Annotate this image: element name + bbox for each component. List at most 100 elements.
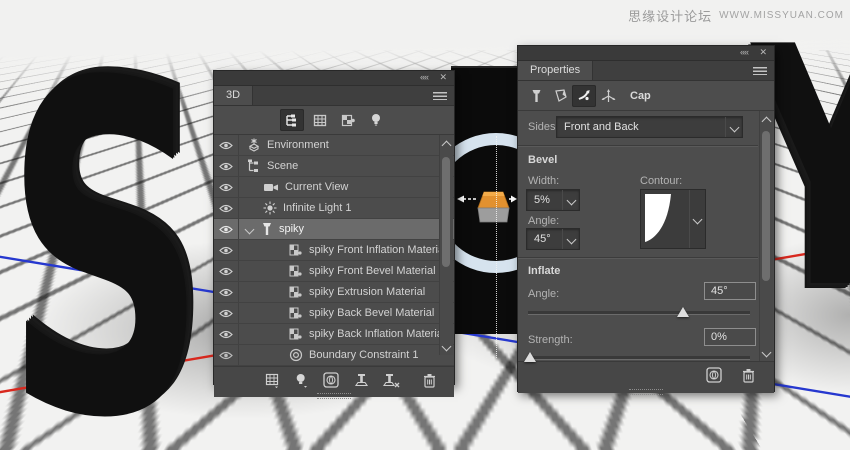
visibility-eye-icon[interactable] [214,240,239,260]
slider-thumb[interactable] [677,307,690,317]
bevel-angle-handle[interactable] [477,207,510,223]
visibility-eye-icon[interactable] [214,282,239,302]
cap-widget[interactable] [451,66,517,366]
visibility-eye-icon[interactable] [214,219,239,239]
environment-settings-button[interactable] [702,364,726,386]
properties-header: Cap [518,81,774,111]
add-light-button[interactable] [289,369,313,391]
inflate-strength-slider[interactable] [524,352,750,362]
tree-row-material[interactable]: spiky Back Inflation Material [214,324,454,345]
inflate-angle-label: Angle: [528,288,560,300]
close-panel-icon[interactable]: ✕ [439,72,446,83]
tree-row-environment[interactable]: Environment [214,135,454,156]
environment-icon [248,138,260,152]
bevel-heading: Bevel [528,154,558,166]
scrollbar-thumb[interactable] [762,131,770,281]
panel-menu-icon[interactable] [433,92,447,100]
inflate-angle-value-box[interactable]: 45° [704,282,756,300]
tree-row-material[interactable]: spiky Front Inflation Material [214,240,454,261]
coordinates-properties-icon[interactable] [596,85,620,107]
panel-resize-grip[interactable] [629,389,663,395]
tree-row-label: spiky [279,223,305,235]
panel-menu-icon[interactable] [753,67,767,75]
panel-resize-grip[interactable] [317,393,351,399]
material-icon [289,265,302,276]
camera-icon [264,183,278,191]
bevel-width-field[interactable]: 5% [526,189,580,211]
mesh-properties-icon[interactable] [524,85,548,107]
pin-to-ground-button[interactable] [349,369,373,391]
section-divider [518,145,758,147]
delete-button[interactable] [417,369,441,391]
tree-row-boundary-constraint[interactable]: Boundary Constraint 1 [214,345,454,366]
scroll-up-icon[interactable] [441,140,452,151]
collapse-panel-icon[interactable]: «« [420,72,429,82]
tree-row-spiky[interactable]: spiky [214,219,454,240]
bevel-angle-label: Angle: [528,215,560,227]
filter-materials-icon[interactable] [336,109,360,131]
slider-thumb[interactable] [524,352,537,362]
tab-3d[interactable]: 3D [214,86,254,105]
environment-settings-button[interactable] [319,369,343,391]
visibility-eye-icon[interactable] [214,177,239,197]
scroll-up-icon[interactable] [761,116,772,127]
widget-center-dotted-line [496,136,497,358]
properties-panel-titlebar[interactable]: «« ✕ [518,46,774,61]
3d-panel-titlebar[interactable]: «« ✕ [214,71,454,86]
inflate-strength-label: Strength: [528,334,573,346]
expander-chevron-icon[interactable] [244,224,255,234]
close-panel-icon[interactable]: ✕ [759,47,766,58]
tree-row-material[interactable]: spiky Extrusion Material [214,282,454,303]
bevel-angle-field[interactable]: 45° [526,228,580,250]
visibility-eye-icon[interactable] [214,156,239,176]
delete-button[interactable] [736,364,760,386]
scroll-down-icon[interactable] [441,341,452,352]
cap-widget-overlay[interactable] [451,66,517,366]
section-divider [518,257,758,259]
inflate-angle-slider[interactable] [528,307,750,317]
visibility-eye-icon[interactable] [214,324,239,344]
tree-row-scene[interactable]: Scene [214,156,454,177]
sides-dropdown[interactable]: Front and Back [556,116,743,138]
tree-scrollbar[interactable] [439,135,453,355]
filter-whole-scene-icon[interactable] [280,109,304,131]
watermark-site-name: 思缘设计论坛 [628,9,713,24]
tree-row-label: Current View [285,181,349,193]
material-icon [289,244,302,255]
contour-picker[interactable] [640,189,706,249]
tab-properties[interactable]: Properties [518,61,594,80]
3d-letter-s[interactable]: S [4,26,207,450]
add-mesh-button[interactable] [260,369,284,391]
sides-label: Sides: [528,121,559,133]
tree-row-material[interactable]: spiky Back Bevel Material [214,303,454,324]
bevel-angle-value: 45° [534,233,551,245]
tree-row-infinite-light[interactable]: Infinite Light 1 [214,198,454,219]
tree-row-label: Boundary Constraint 1 [309,349,419,361]
tree-row-label: Environment [267,139,329,151]
tree-row-material[interactable]: spiky Front Bevel Material [214,261,454,282]
deform-properties-icon[interactable] [548,85,572,107]
properties-toolbar [518,361,774,388]
properties-scrollbar[interactable] [759,111,773,361]
bevel-width-value: 5% [534,194,550,206]
tree-row-current-view[interactable]: Current View [214,177,454,198]
visibility-eye-icon[interactable] [214,303,239,323]
filter-lights-icon[interactable] [364,109,388,131]
visibility-eye-icon[interactable] [214,135,239,155]
scrollbar-thumb[interactable] [442,157,450,267]
visibility-eye-icon[interactable] [214,198,239,218]
bevel-width-label: Width: [528,175,560,187]
material-icon [289,328,302,339]
visibility-eye-icon[interactable] [214,345,239,365]
scene-icon [248,159,258,172]
scroll-down-icon[interactable] [761,347,772,358]
collapse-panel-icon[interactable]: «« [740,47,749,57]
cap-properties-icon[interactable] [572,84,596,107]
material-icon [289,307,302,318]
filter-meshes-icon[interactable] [308,109,332,131]
chevron-down-icon [692,214,703,224]
unpin-from-ground-button[interactable] [379,369,403,391]
visibility-eye-icon[interactable] [214,261,239,281]
inflate-strength-value-box[interactable]: 0% [704,328,756,346]
3d-panel: «« ✕ 3D Environment Scene Current View I… [213,70,455,399]
